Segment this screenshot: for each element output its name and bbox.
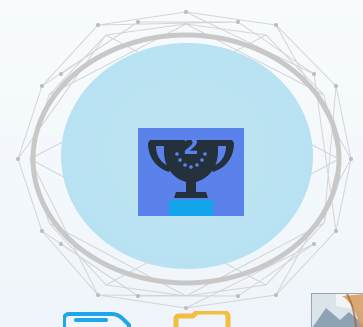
trophy-icon: 2 — [148, 134, 234, 216]
trophy-base — [169, 200, 213, 216]
rank-label: 2 — [183, 134, 199, 160]
image-thumbnail[interactable] — [311, 293, 363, 327]
trophy-base-top — [174, 192, 208, 198]
trophy-badge-card: 2 — [138, 128, 244, 216]
folder-icon[interactable] — [173, 311, 231, 327]
trophy-stem — [186, 182, 196, 192]
app-stage: 2 — [0, 0, 363, 327]
document-icon[interactable] — [63, 311, 131, 327]
image-preview — [312, 294, 363, 327]
